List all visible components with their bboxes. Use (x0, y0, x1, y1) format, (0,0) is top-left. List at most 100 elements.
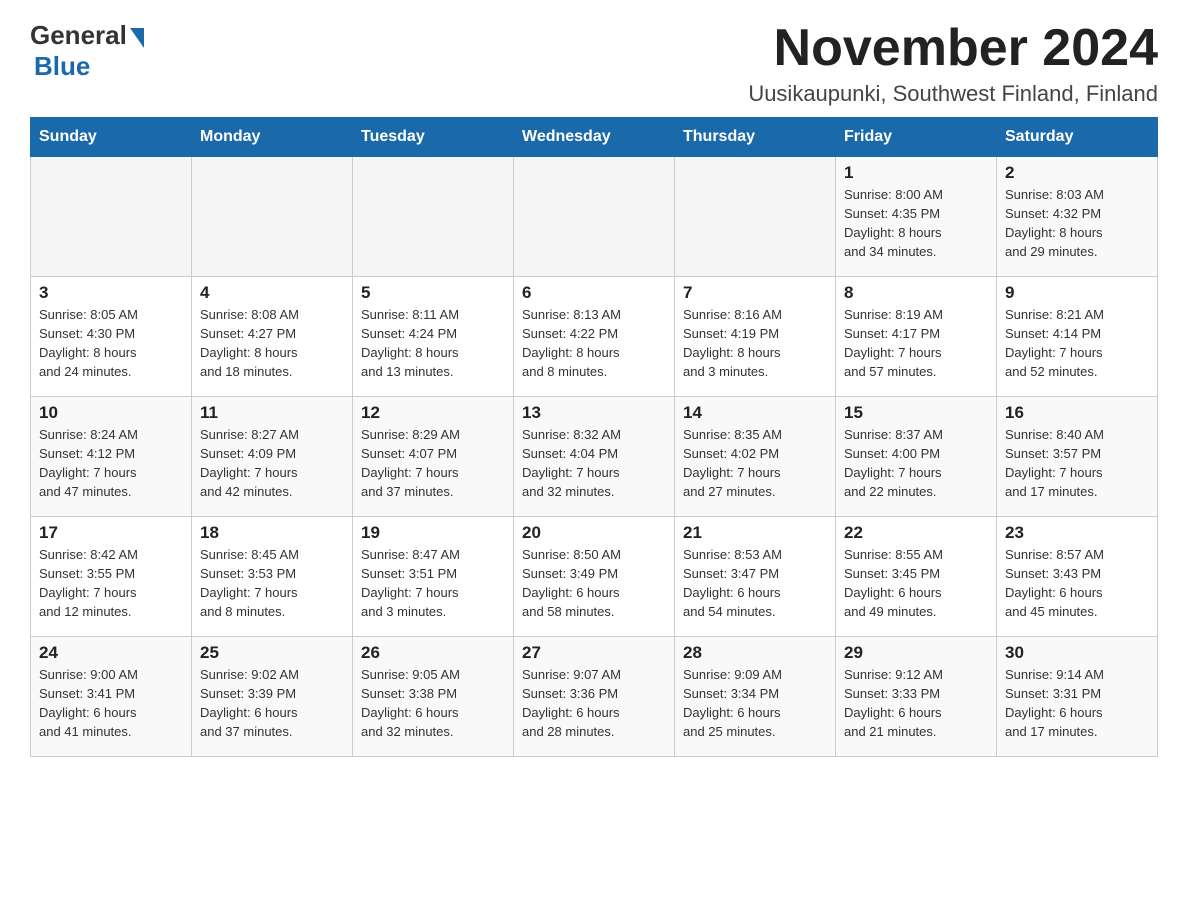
day-info: Sunrise: 8:19 AM Sunset: 4:17 PM Dayligh… (844, 306, 988, 381)
calendar-cell: 3 Sunrise: 8:05 AM Sunset: 4:30 PM Daylig… (31, 277, 192, 397)
calendar-cell (514, 157, 675, 277)
day-info: Sunrise: 8:24 AM Sunset: 4:12 PM Dayligh… (39, 426, 183, 501)
calendar-cell: 17 Sunrise: 8:42 AM Sunset: 3:55 PM Dayli… (31, 517, 192, 637)
day-number: 20 (522, 523, 666, 543)
calendar-cell (192, 157, 353, 277)
day-info: Sunrise: 9:05 AM Sunset: 3:38 PM Dayligh… (361, 666, 505, 741)
day-info: Sunrise: 8:21 AM Sunset: 4:14 PM Dayligh… (1005, 306, 1149, 381)
day-number: 18 (200, 523, 344, 543)
calendar-cell: 1 Sunrise: 8:00 AM Sunset: 4:35 PM Daylig… (836, 157, 997, 277)
calendar-table: SundayMondayTuesdayWednesdayThursdayFrid… (30, 117, 1158, 757)
day-info: Sunrise: 8:47 AM Sunset: 3:51 PM Dayligh… (361, 546, 505, 621)
day-info: Sunrise: 9:12 AM Sunset: 3:33 PM Dayligh… (844, 666, 988, 741)
calendar-cell: 27 Sunrise: 9:07 AM Sunset: 3:36 PM Dayli… (514, 637, 675, 757)
month-title: November 2024 (748, 20, 1158, 77)
weekday-header-saturday: Saturday (997, 118, 1158, 157)
calendar-cell: 29 Sunrise: 9:12 AM Sunset: 3:33 PM Dayli… (836, 637, 997, 757)
logo-arrow-icon (130, 28, 144, 48)
calendar-cell: 18 Sunrise: 8:45 AM Sunset: 3:53 PM Dayli… (192, 517, 353, 637)
day-number: 16 (1005, 403, 1149, 423)
day-info: Sunrise: 9:07 AM Sunset: 3:36 PM Dayligh… (522, 666, 666, 741)
day-number: 22 (844, 523, 988, 543)
day-number: 2 (1005, 163, 1149, 183)
day-info: Sunrise: 8:11 AM Sunset: 4:24 PM Dayligh… (361, 306, 505, 381)
day-info: Sunrise: 8:05 AM Sunset: 4:30 PM Dayligh… (39, 306, 183, 381)
day-info: Sunrise: 8:55 AM Sunset: 3:45 PM Dayligh… (844, 546, 988, 621)
day-number: 28 (683, 643, 827, 663)
day-number: 24 (39, 643, 183, 663)
day-number: 19 (361, 523, 505, 543)
logo-general-text: General (30, 20, 127, 51)
day-number: 3 (39, 283, 183, 303)
day-info: Sunrise: 8:57 AM Sunset: 3:43 PM Dayligh… (1005, 546, 1149, 621)
day-number: 26 (361, 643, 505, 663)
calendar-cell: 8 Sunrise: 8:19 AM Sunset: 4:17 PM Daylig… (836, 277, 997, 397)
day-info: Sunrise: 8:53 AM Sunset: 3:47 PM Dayligh… (683, 546, 827, 621)
day-number: 25 (200, 643, 344, 663)
logo: General Blue (30, 20, 144, 82)
day-info: Sunrise: 8:16 AM Sunset: 4:19 PM Dayligh… (683, 306, 827, 381)
weekday-header-sunday: Sunday (31, 118, 192, 157)
day-number: 30 (1005, 643, 1149, 663)
day-number: 17 (39, 523, 183, 543)
calendar-week-row: 3 Sunrise: 8:05 AM Sunset: 4:30 PM Daylig… (31, 277, 1158, 397)
day-info: Sunrise: 9:00 AM Sunset: 3:41 PM Dayligh… (39, 666, 183, 741)
weekday-header-thursday: Thursday (675, 118, 836, 157)
calendar-cell: 21 Sunrise: 8:53 AM Sunset: 3:47 PM Dayli… (675, 517, 836, 637)
day-info: Sunrise: 8:00 AM Sunset: 4:35 PM Dayligh… (844, 186, 988, 261)
calendar-cell: 30 Sunrise: 9:14 AM Sunset: 3:31 PM Dayli… (997, 637, 1158, 757)
day-info: Sunrise: 8:37 AM Sunset: 4:00 PM Dayligh… (844, 426, 988, 501)
day-number: 7 (683, 283, 827, 303)
weekday-header-friday: Friday (836, 118, 997, 157)
calendar-cell (353, 157, 514, 277)
day-number: 21 (683, 523, 827, 543)
calendar-cell (675, 157, 836, 277)
calendar-header-row: SundayMondayTuesdayWednesdayThursdayFrid… (31, 118, 1158, 157)
calendar-cell: 22 Sunrise: 8:55 AM Sunset: 3:45 PM Dayli… (836, 517, 997, 637)
day-info: Sunrise: 8:13 AM Sunset: 4:22 PM Dayligh… (522, 306, 666, 381)
calendar-cell: 11Sunrise: 8:27 AM Sunset: 4:09 PM Dayli… (192, 397, 353, 517)
location-title: Uusikaupunki, Southwest Finland, Finland (748, 81, 1158, 107)
calendar-cell: 15Sunrise: 8:37 AM Sunset: 4:00 PM Dayli… (836, 397, 997, 517)
calendar-week-row: 24 Sunrise: 9:00 AM Sunset: 3:41 PM Dayli… (31, 637, 1158, 757)
page-header: General Blue November 2024 Uusikaupunki,… (30, 20, 1158, 107)
calendar-cell: 9Sunrise: 8:21 AM Sunset: 4:14 PM Daylig… (997, 277, 1158, 397)
calendar-cell: 25 Sunrise: 9:02 AM Sunset: 3:39 PM Dayli… (192, 637, 353, 757)
day-number: 23 (1005, 523, 1149, 543)
calendar-cell: 28Sunrise: 9:09 AM Sunset: 3:34 PM Dayli… (675, 637, 836, 757)
calendar-cell: 13Sunrise: 8:32 AM Sunset: 4:04 PM Dayli… (514, 397, 675, 517)
calendar-cell: 12 Sunrise: 8:29 AM Sunset: 4:07 PM Dayli… (353, 397, 514, 517)
logo-blue-text: Blue (34, 51, 90, 82)
calendar-cell: 16Sunrise: 8:40 AM Sunset: 3:57 PM Dayli… (997, 397, 1158, 517)
calendar-week-row: 17 Sunrise: 8:42 AM Sunset: 3:55 PM Dayli… (31, 517, 1158, 637)
calendar-cell: 14Sunrise: 8:35 AM Sunset: 4:02 PM Dayli… (675, 397, 836, 517)
day-info: Sunrise: 8:45 AM Sunset: 3:53 PM Dayligh… (200, 546, 344, 621)
calendar-cell (31, 157, 192, 277)
weekday-header-monday: Monday (192, 118, 353, 157)
weekday-header-wednesday: Wednesday (514, 118, 675, 157)
title-area: November 2024 Uusikaupunki, Southwest Fi… (748, 20, 1158, 107)
day-number: 27 (522, 643, 666, 663)
day-number: 8 (844, 283, 988, 303)
calendar-cell: 7 Sunrise: 8:16 AM Sunset: 4:19 PM Daylig… (675, 277, 836, 397)
day-number: 12 (361, 403, 505, 423)
day-info: Sunrise: 8:42 AM Sunset: 3:55 PM Dayligh… (39, 546, 183, 621)
calendar-cell: 2 Sunrise: 8:03 AM Sunset: 4:32 PM Daylig… (997, 157, 1158, 277)
day-info: Sunrise: 9:02 AM Sunset: 3:39 PM Dayligh… (200, 666, 344, 741)
day-number: 1 (844, 163, 988, 183)
day-number: 10 (39, 403, 183, 423)
calendar-cell: 23 Sunrise: 8:57 AM Sunset: 3:43 PM Dayli… (997, 517, 1158, 637)
day-info: Sunrise: 8:50 AM Sunset: 3:49 PM Dayligh… (522, 546, 666, 621)
day-number: 5 (361, 283, 505, 303)
calendar-week-row: 10 Sunrise: 8:24 AM Sunset: 4:12 PM Dayli… (31, 397, 1158, 517)
day-number: 13 (522, 403, 666, 423)
calendar-cell: 20 Sunrise: 8:50 AM Sunset: 3:49 PM Dayli… (514, 517, 675, 637)
calendar-cell: 6Sunrise: 8:13 AM Sunset: 4:22 PM Daylig… (514, 277, 675, 397)
day-info: Sunrise: 9:14 AM Sunset: 3:31 PM Dayligh… (1005, 666, 1149, 741)
day-number: 4 (200, 283, 344, 303)
day-info: Sunrise: 8:08 AM Sunset: 4:27 PM Dayligh… (200, 306, 344, 381)
day-number: 29 (844, 643, 988, 663)
calendar-cell: 4 Sunrise: 8:08 AM Sunset: 4:27 PM Daylig… (192, 277, 353, 397)
day-info: Sunrise: 8:29 AM Sunset: 4:07 PM Dayligh… (361, 426, 505, 501)
day-info: Sunrise: 8:03 AM Sunset: 4:32 PM Dayligh… (1005, 186, 1149, 261)
